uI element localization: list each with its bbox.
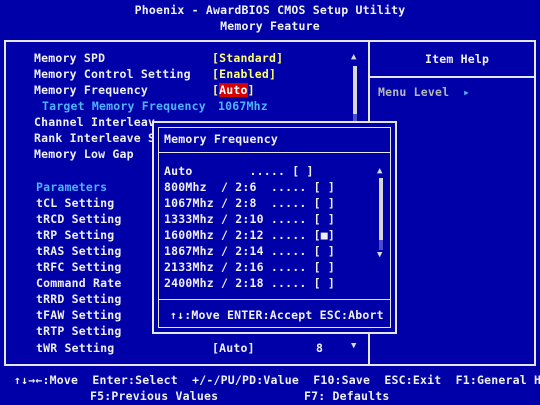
popup-scroll-down-icon[interactable]: ▼	[377, 250, 383, 260]
menu-level-label: Menu Level	[378, 85, 450, 99]
param-trcd[interactable]: tRCD Setting	[36, 212, 121, 226]
popup-option-2133[interactable]: 2133Mhz / 2:16 ..... [ ]	[164, 260, 335, 274]
param-trtp[interactable]: tRTP Setting	[36, 324, 121, 338]
setting-memory-control[interactable]: Memory Control Setting	[34, 67, 191, 81]
target-memory-frequency-value: 1067Mhz	[218, 99, 268, 113]
footer-keys-line1: ↑↓→←:Move Enter:Select +/-/PU/PD:Value F…	[14, 373, 540, 387]
page-subtitle: Memory Feature	[220, 19, 320, 33]
popup-option-2400[interactable]: 2400Mhz / 2:18 ..... [ ]	[164, 276, 335, 290]
popup-option-1333[interactable]: 1333Mhz / 2:10 ..... [ ]	[164, 212, 335, 226]
memory-control-value[interactable]: [Enabled]	[212, 67, 276, 81]
help-divider	[368, 76, 536, 78]
param-trfc[interactable]: tRFC Setting	[36, 260, 121, 274]
memory-frequency-selected[interactable]: Auto	[219, 83, 248, 97]
popup-hint: ↑↓:Move ENTER:Accept ESC:Abort	[170, 308, 384, 322]
item-help-title: Item Help	[425, 52, 490, 66]
popup-hint-divider	[158, 299, 391, 300]
memory-spd-value[interactable]: [Standard]	[212, 51, 283, 65]
popup-option-1600[interactable]: 1600Mhz / 2:12 ..... [■]	[164, 228, 335, 242]
popup-title: Memory Frequency	[164, 132, 278, 146]
popup-option-800[interactable]: 800Mhz / 2:6 ..... [ ]	[164, 180, 335, 194]
setting-memory-frequency[interactable]: Memory Frequency	[34, 83, 148, 97]
memory-frequency-value[interactable]: [Auto]	[212, 83, 255, 97]
setting-memory-low-gap[interactable]: Memory Low Gap	[34, 147, 134, 161]
menu-level-arrow-icon: ▸	[463, 85, 471, 99]
param-tras[interactable]: tRAS Setting	[36, 244, 121, 258]
target-memory-frequency-label: Target Memory Frequency	[42, 99, 206, 113]
param-trrd[interactable]: tRRD Setting	[36, 292, 121, 306]
scroll-up-icon[interactable]: ▲	[351, 52, 357, 62]
bracket-close: ]	[247, 83, 255, 97]
popup-title-divider	[158, 152, 391, 153]
popup-option-1867[interactable]: 1867Mhz / 2:14 ..... [ ]	[164, 244, 335, 258]
param-tfaw[interactable]: tFAW Setting	[36, 308, 121, 322]
footer-previous-values: F5:Previous Values	[90, 389, 219, 403]
setting-memory-spd[interactable]: Memory SPD	[34, 51, 105, 65]
param-tcl[interactable]: tCL Setting	[36, 196, 114, 210]
popup-option-1067[interactable]: 1067Mhz / 2:8 ..... [ ]	[164, 196, 335, 210]
scrollbar-thumb[interactable]	[353, 66, 357, 114]
popup-option-auto[interactable]: Auto ..... [ ]	[164, 164, 314, 178]
twr-value[interactable]: [Auto]	[212, 341, 255, 355]
setting-channel-interleave[interactable]: Channel Interleav	[34, 115, 155, 129]
scroll-down-icon[interactable]: ▼	[351, 341, 357, 351]
app-title: Phoenix - AwardBIOS CMOS Setup Utility	[134, 3, 406, 17]
twr-number: 8	[316, 341, 324, 355]
setting-rank-interleave[interactable]: Rank Interleave S	[34, 131, 155, 145]
footer-defaults: F7: Defaults	[304, 389, 390, 403]
param-command-rate[interactable]: Command Rate	[36, 276, 121, 290]
parameters-heading: Parameters	[36, 180, 108, 194]
param-trp[interactable]: tRP Setting	[36, 228, 114, 242]
param-twr[interactable]: tWR Setting	[36, 341, 114, 355]
popup-scroll-up-icon[interactable]: ▲	[377, 166, 383, 176]
popup-scrollbar-thumb[interactable]	[379, 178, 383, 240]
